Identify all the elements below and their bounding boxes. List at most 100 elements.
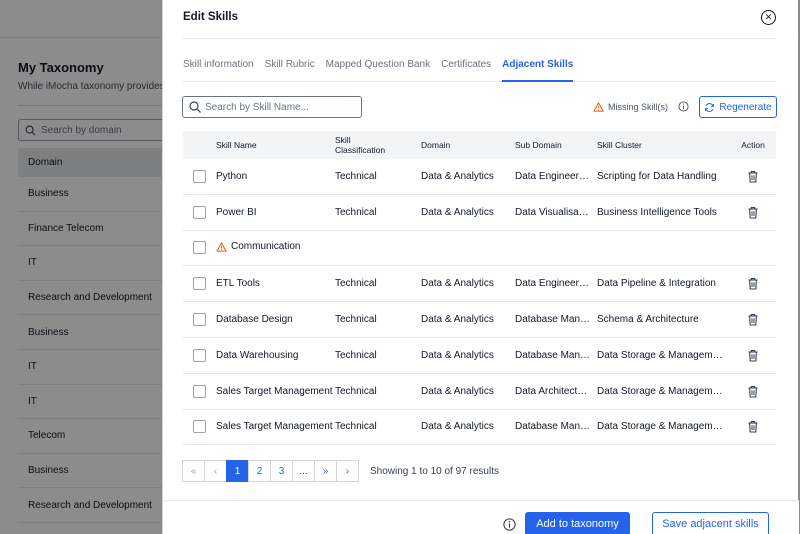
search-icon [189, 101, 201, 113]
skill-cluster: Business Intelligence Tools [597, 206, 717, 218]
skill-sub-domain: Data Visualisation [515, 206, 595, 218]
skill-cluster: Data Pipeline & Integration [597, 278, 716, 290]
tab-certificates[interactable]: Certificates [441, 59, 491, 82]
skill-domain: Data & Analytics [421, 170, 494, 182]
refresh-icon [705, 102, 715, 112]
skill-sub-domain: Database Management [515, 421, 597, 433]
skill-name: Power BI [216, 206, 257, 218]
header-domain: Domain [421, 140, 451, 150]
action-cell [730, 385, 776, 398]
action-cell [730, 170, 776, 183]
skill-classification: Technical [335, 349, 377, 361]
table-header: Skill Name Skill Classification Domain S… [183, 131, 776, 159]
title-divider [183, 38, 776, 39]
regenerate-label: Regenerate [719, 101, 772, 113]
skill-search-field[interactable] [182, 96, 362, 118]
row-checkbox[interactable] [193, 313, 206, 327]
trash-icon[interactable] [747, 385, 759, 398]
trash-icon[interactable] [747, 277, 759, 290]
action-cell [730, 277, 776, 290]
info-icon[interactable] [503, 518, 516, 531]
info-icon[interactable] [678, 101, 689, 112]
pagination: «‹ 1 2 3...» › Showing 1 to 10 of 97 results [182, 460, 499, 482]
header-sub-domain: Sub Domain [515, 140, 562, 150]
page-button[interactable]: 1 [226, 460, 249, 482]
first-page-button[interactable]: « [182, 460, 205, 482]
modal-footer: Add to taxonomy Save adjacent skills [163, 500, 799, 534]
skill-sub-domain: Database Management [515, 314, 597, 326]
adjacent-skills-table: Skill Name Skill Classification Domain S… [183, 131, 776, 446]
row-checkbox-cell [183, 348, 216, 362]
tab-skill-rubric[interactable]: Skill Rubric [265, 59, 315, 82]
skill-classification: Technical [335, 421, 377, 433]
skill-classification: Technical [335, 314, 377, 326]
page-button[interactable]: ... [292, 460, 315, 482]
page-button[interactable]: 3 [270, 460, 293, 482]
page-button[interactable]: 2 [248, 460, 271, 482]
table-body: Python Technical Data & Analytics Data Engi… [183, 159, 776, 446]
trash-icon[interactable] [747, 206, 759, 219]
row-checkbox[interactable] [193, 241, 206, 255]
action-cell [730, 349, 776, 362]
skill-cluster: Data Storage & Management [597, 385, 727, 397]
missing-skills-label: Missing Skill(s) [608, 101, 669, 112]
trash-icon[interactable] [747, 349, 759, 362]
prev-page-button[interactable]: ‹ [204, 460, 227, 482]
skill-name: Database Design [216, 314, 293, 326]
table-row: Database Design Technical Data & Analytics… [183, 302, 776, 338]
modal-title: Edit Skills [183, 11, 238, 23]
row-checkbox[interactable] [193, 205, 206, 219]
skill-domain: Data & Analytics [421, 278, 494, 290]
close-icon[interactable]: ✕ [761, 10, 776, 25]
table-row: ETL Tools Technical Data & Analytics Data E… [183, 266, 776, 303]
next-page-button[interactable]: › [336, 460, 359, 482]
row-checkbox[interactable] [193, 277, 206, 291]
save-adjacent-skills-button[interactable]: Save adjacent skills [652, 512, 769, 534]
row-checkbox[interactable] [193, 420, 206, 434]
regenerate-button[interactable]: Regenerate [699, 96, 777, 118]
tab-skill-information[interactable]: Skill information [183, 59, 254, 82]
skill-domain: Data & Analytics [421, 421, 494, 433]
table-row: Sales Target Management Technical Data & A… [183, 374, 776, 410]
header-skill-cluster: Skill Cluster [597, 140, 642, 150]
pagination-info: Showing 1 to 10 of 97 results [370, 465, 499, 477]
next-group-button[interactable]: » [314, 460, 337, 482]
header-action: Action [741, 140, 765, 150]
row-checkbox-cell [183, 420, 216, 434]
action-cell [730, 206, 776, 219]
row-checkbox-cell [183, 277, 216, 291]
skill-sub-domain: Data Engineering [515, 278, 593, 290]
skill-name: ETL Tools [216, 278, 260, 290]
skill-domain: Data & Analytics [421, 314, 494, 326]
skill-search-input[interactable] [205, 101, 355, 113]
action-cell [730, 420, 776, 434]
trash-icon[interactable] [747, 313, 759, 326]
skill-name: Data Warehousing [216, 349, 299, 361]
row-checkbox[interactable] [193, 384, 206, 398]
skill-classification: Technical [335, 206, 377, 218]
row-checkbox[interactable] [193, 348, 206, 362]
skill-cluster: Schema & Architecture [597, 314, 699, 326]
tab-bar: Skill information Skill Rubric Mapped Ques… [183, 59, 776, 82]
trash-icon[interactable] [747, 420, 759, 434]
table-row: Python Technical Data & Analytics Data Engi… [183, 159, 776, 195]
tab-adjacent-skills[interactable]: Adjacent Skills [502, 59, 574, 82]
skill-sub-domain: Data Architecture [515, 385, 592, 397]
action-cell [730, 313, 776, 326]
skill-domain: Data & Analytics [421, 385, 494, 397]
skill-name: Sales Target Management [216, 421, 333, 433]
header-skill-name: Skill Name [216, 140, 257, 150]
add-to-taxonomy-button[interactable]: Add to taxonomy [525, 512, 630, 534]
trash-icon[interactable] [747, 170, 759, 183]
warning-icon [216, 242, 227, 252]
skill-name-cell: Communication [216, 241, 521, 255]
row-checkbox[interactable] [193, 169, 206, 183]
skill-cluster: Data Storage & Management [597, 349, 727, 361]
row-checkbox-cell [183, 241, 216, 255]
tab-mapped-question-bank[interactable]: Mapped Question Bank [326, 59, 431, 82]
skill-classification: Technical [335, 385, 377, 397]
table-row: Power BI Technical Data & Analytics Data Vi… [183, 195, 776, 231]
skill-name: Sales Target Management [216, 385, 333, 397]
skill-classification: Technical [335, 170, 377, 182]
row-checkbox-cell [183, 169, 216, 183]
